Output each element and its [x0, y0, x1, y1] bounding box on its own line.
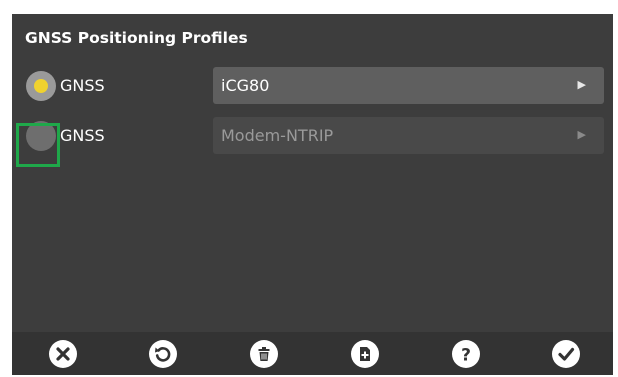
radio-dot [34, 79, 48, 93]
delete-button[interactable] [250, 340, 278, 368]
profile-label-2: GNSS [60, 126, 105, 145]
close-button[interactable] [49, 340, 77, 368]
profile-radio-1[interactable] [26, 71, 56, 101]
gnss-profiles-dialog: GNSS Positioning Profiles GNSS iCG80 ▶ G… [12, 14, 613, 375]
close-icon [56, 347, 70, 361]
reset-icon [155, 347, 171, 362]
help-button[interactable]: ? [452, 340, 480, 368]
add-icon [360, 347, 370, 361]
check-icon [558, 347, 575, 361]
profile-select-value-2: Modem-NTRIP [221, 126, 334, 145]
delete-icon [258, 347, 270, 361]
help-icon: ? [461, 346, 471, 366]
play-arrow-icon: ▶ [577, 128, 586, 141]
profile-select-1[interactable]: iCG80 ▶ [213, 67, 604, 104]
dialog-title: GNSS Positioning Profiles [25, 29, 248, 47]
reset-button[interactable] [149, 340, 177, 368]
add-button[interactable] [351, 340, 379, 368]
profile-row-1: GNSS iCG80 ▶ [12, 66, 613, 106]
profile-select-2[interactable]: Modem-NTRIP ▶ [213, 117, 604, 154]
selection-highlight [16, 123, 60, 167]
svg-text:?: ? [461, 346, 471, 366]
confirm-button[interactable] [552, 340, 580, 368]
profile-row-2: GNSS Modem-NTRIP ▶ [12, 116, 613, 156]
profile-label-1: GNSS [60, 76, 105, 95]
play-arrow-icon: ▶ [577, 78, 586, 91]
profile-select-value-1: iCG80 [221, 76, 270, 95]
bottom-toolbar: ? [12, 332, 613, 375]
